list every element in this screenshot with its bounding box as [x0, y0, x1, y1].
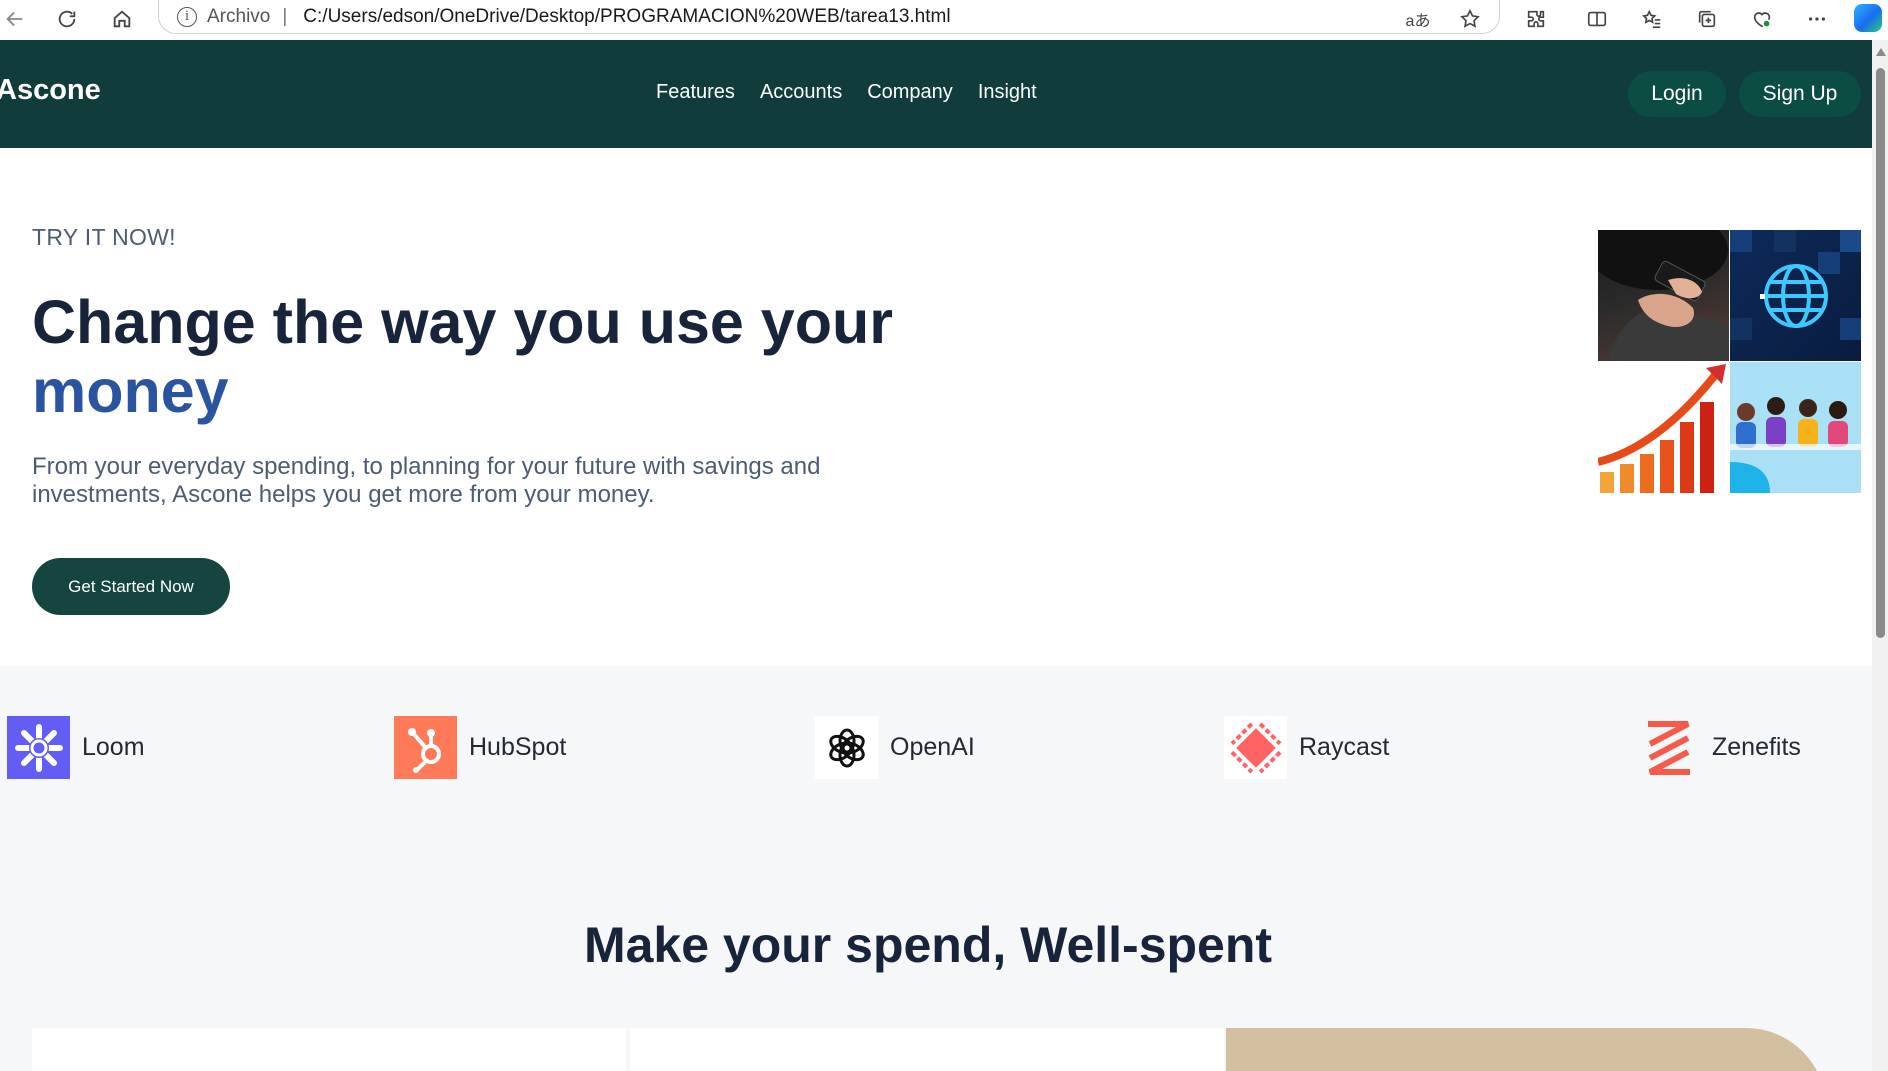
brand-openai: OpenAI — [815, 716, 975, 779]
nav-link-insight[interactable]: Insight — [978, 81, 1037, 104]
raycast-icon — [1224, 716, 1287, 779]
collections-icon[interactable] — [1692, 4, 1722, 34]
hero-eyebrow: TRY IT NOW! — [32, 224, 176, 250]
feature-card — [32, 1028, 626, 1071]
nav-link-features[interactable]: Features — [656, 81, 735, 104]
feature-card — [630, 1028, 1224, 1071]
more-options-icon[interactable] — [1802, 4, 1832, 34]
get-started-button[interactable]: Get Started Now — [32, 558, 230, 615]
brand-zenefits: Zenefits — [1637, 716, 1801, 779]
favorite-star-icon[interactable] — [1455, 4, 1485, 34]
loom-icon — [7, 716, 70, 779]
partners-section: Loom HubSpot OpenAI Raycast Zenefits Mak… — [0, 666, 1872, 1071]
refresh-icon[interactable] — [52, 4, 82, 34]
nav-link-company[interactable]: Company — [867, 81, 953, 104]
address-bar[interactable]: i Archivo | C:/Users/edson/OneDrive/Desk… — [158, 0, 1500, 34]
hero-headline-accent: money — [32, 357, 229, 425]
hero-headline: Change the way you use your money — [32, 288, 952, 426]
address-scheme: Archivo — [207, 5, 271, 27]
favorites-icon[interactable] — [1637, 4, 1667, 34]
brand-hubspot: HubSpot — [394, 716, 566, 779]
browser-essentials-icon[interactable] — [1747, 4, 1777, 34]
hero-image-globe — [1730, 230, 1861, 361]
site-logo[interactable]: Ascone — [0, 74, 101, 107]
hero-image-team — [1730, 362, 1861, 493]
split-screen-icon[interactable] — [1582, 4, 1612, 34]
read-aloud-icon[interactable]: aあ — [1403, 4, 1433, 34]
openai-icon — [815, 716, 878, 779]
site-navbar: Ascone Features Accounts Company Insight… — [0, 40, 1872, 148]
hero-lead: From your everyday spending, to planning… — [32, 453, 821, 508]
section-title: Make your spend, Well-spent — [583, 917, 1273, 973]
feature-card-accent — [1226, 1028, 1826, 1071]
brand-name-zenefits: Zenefits — [1712, 733, 1801, 761]
brand-name-openai: OpenAI — [890, 733, 975, 761]
hero-section: TRY IT NOW! Change the way you use your … — [0, 148, 1872, 666]
nav-links: Features Accounts Company Insight — [656, 81, 1037, 104]
hero-headline-text: Change the way you use your — [32, 288, 893, 356]
brand-loom: Loom — [7, 716, 145, 779]
scrollbar-thumb[interactable] — [1876, 68, 1885, 638]
login-button[interactable]: Login — [1628, 71, 1726, 117]
browser-toolbar: i Archivo | C:/Users/edson/OneDrive/Desk… — [0, 0, 1888, 40]
hero-image-phone — [1598, 230, 1729, 361]
home-icon[interactable] — [107, 4, 137, 34]
zenefits-icon — [1637, 716, 1700, 779]
brand-name-hubspot: HubSpot — [469, 733, 567, 761]
address-url[interactable]: C:/Users/edson/OneDrive/Desktop/PROGRAMA… — [303, 6, 950, 28]
copilot-icon[interactable] — [1854, 4, 1882, 32]
nav-link-accounts[interactable]: Accounts — [760, 81, 842, 104]
site-info-icon[interactable]: i — [177, 6, 197, 27]
back-icon[interactable] — [0, 4, 30, 34]
signup-button[interactable]: Sign Up — [1739, 71, 1861, 117]
extensions-icon[interactable] — [1521, 4, 1551, 34]
hero-image-growth-chart — [1598, 362, 1729, 493]
scroll-up-arrow-icon[interactable] — [1876, 48, 1886, 56]
hubspot-icon — [394, 716, 457, 779]
brand-name-loom: Loom — [82, 733, 145, 761]
page-viewport: Ascone Features Accounts Company Insight… — [0, 40, 1872, 1071]
address-separator: | — [282, 5, 288, 27]
brand-name-raycast: Raycast — [1299, 733, 1390, 761]
brand-raycast: Raycast — [1224, 716, 1389, 779]
